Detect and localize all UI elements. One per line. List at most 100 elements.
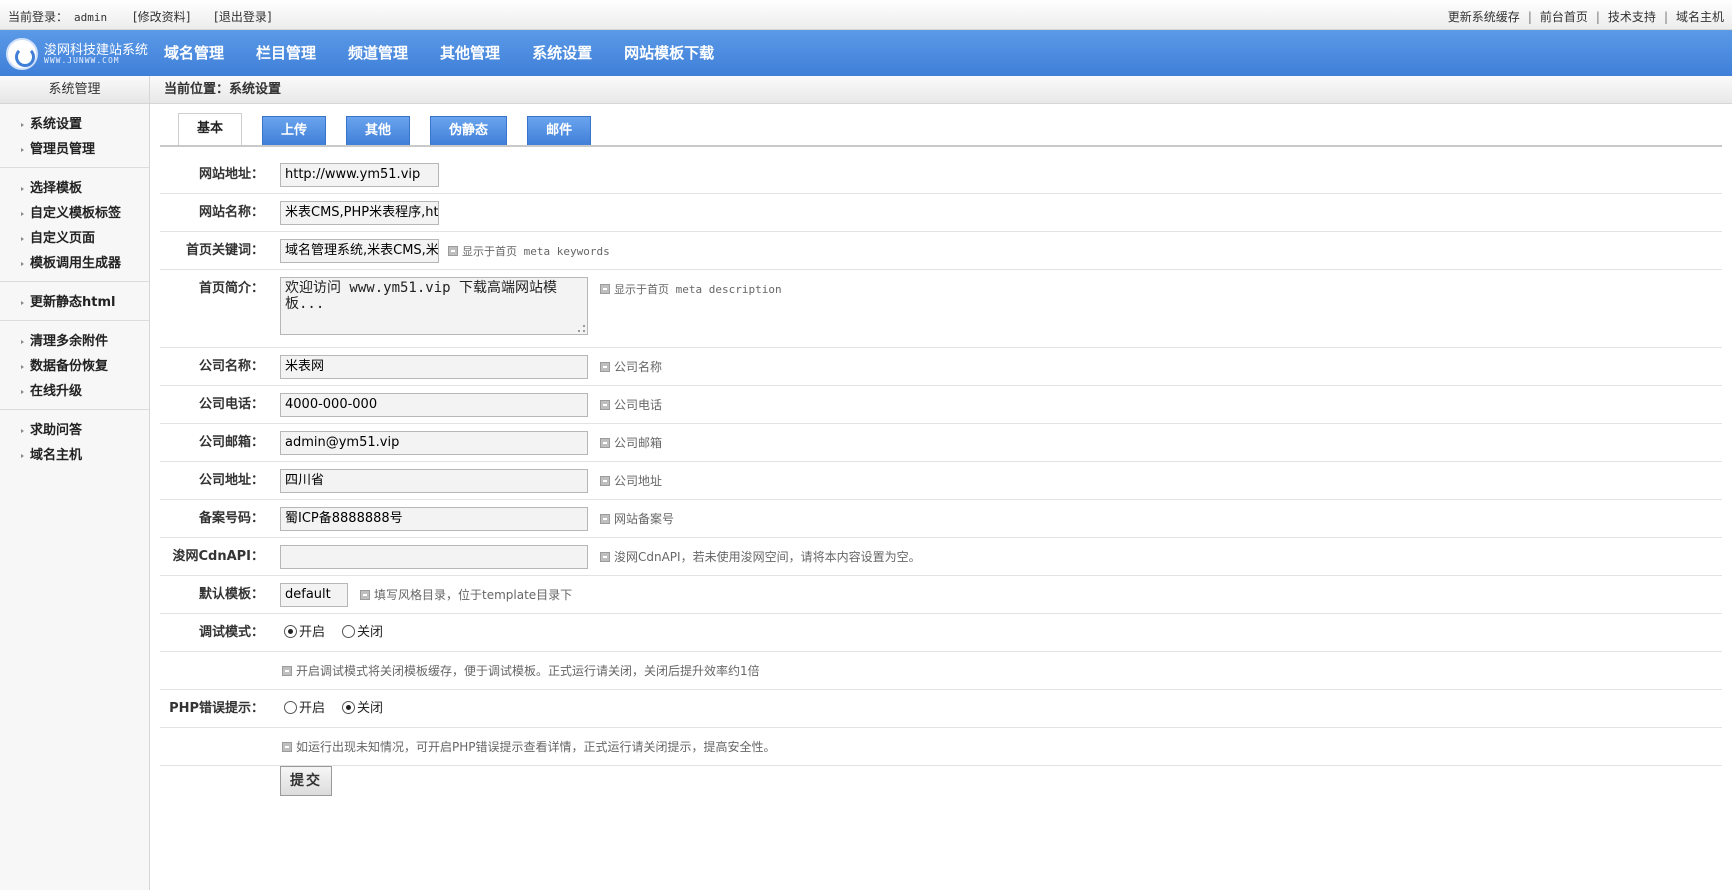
info-icon xyxy=(600,284,610,294)
sidebar-item-custom-template-tags[interactable]: 自定义模板标签 xyxy=(0,201,149,226)
radio-checked-icon[interactable] xyxy=(342,701,355,714)
sidebar-group: 更新静态html xyxy=(0,282,149,321)
sidebar-item-select-template[interactable]: 选择模板 xyxy=(0,176,149,201)
info-icon xyxy=(600,438,610,448)
form-row-site-url: 网站地址： http://www.ym51.vip xyxy=(160,156,1722,194)
submit-button[interactable]: 提交 xyxy=(280,766,332,796)
description-hint: 显示于首页 meta description xyxy=(600,270,782,309)
info-icon xyxy=(600,476,610,486)
site-name-input[interactable]: 米表CMS,PHP米表程序,htm xyxy=(280,201,439,225)
company-email-hint: 公司邮箱 xyxy=(600,424,662,462)
update-cache-link[interactable]: 更新系统缓存 xyxy=(1448,10,1520,24)
form-row-icp: 备案号码： 蜀ICP备8888888号 网站备案号 xyxy=(160,500,1722,538)
logo-icon xyxy=(6,38,38,70)
top-links: 更新系统缓存 | 前台首页 | 技术支持 | 域名主机 xyxy=(1447,10,1724,24)
sidebar-group: 清理多余附件 数据备份恢复 在线升级 xyxy=(0,321,149,410)
php-error-hint: 如运行出现未知情况，可开启PHP错误提示查看详情，正式运行请关闭提示，提高安全性… xyxy=(282,728,776,766)
nav-channel[interactable]: 频道管理 xyxy=(332,30,424,76)
php-error-off-radio[interactable]: 关闭 xyxy=(342,690,383,728)
edit-profile-link[interactable]: [修改资料] xyxy=(133,10,190,24)
logo[interactable]: 浚网科技建站系统 WWW.JUNWW.COM xyxy=(6,36,148,70)
form-row-template: 默认模板： default 填写风格目录，位于template目录下 xyxy=(160,576,1722,614)
radio-unchecked-icon[interactable] xyxy=(342,625,355,638)
logout-link[interactable]: [退出登录] xyxy=(214,10,271,24)
tab-email[interactable]: 邮件 xyxy=(527,116,592,146)
settings-tabs: 基本 上传 其他 伪静态 邮件 xyxy=(178,113,611,146)
top-bar: 当前登录： admin [修改资料] [退出登录] 更新系统缓存 | 前台首页 | 技术支… xyxy=(0,0,1732,30)
form-row-php-error: PHP错误提示： 开启 关闭 xyxy=(160,690,1722,728)
sidebar-item-admin-management[interactable]: 管理员管理 xyxy=(0,137,149,162)
site-url-label: 网站地址： xyxy=(198,167,264,182)
company-name-hint: 公司名称 xyxy=(600,348,662,386)
radio-unchecked-icon[interactable] xyxy=(284,701,297,714)
sidebar-item-system-settings[interactable]: 系统设置 xyxy=(0,112,149,137)
nav-template-download[interactable]: 网站模板下载 xyxy=(608,30,730,76)
debug-hint: 开启调试模式将关闭模板缓存，便于调试模板。正式运行请关闭，关闭后提升效率约1倍 xyxy=(282,652,760,690)
info-icon xyxy=(360,590,370,600)
debug-off-radio[interactable]: 关闭 xyxy=(342,614,383,652)
site-name-label: 网站名称： xyxy=(198,205,264,220)
tab-upload[interactable]: 上传 xyxy=(262,116,327,146)
description-label: 首页简介： xyxy=(198,281,264,296)
form-row-company-name: 公司名称： 米表网 公司名称 xyxy=(160,348,1722,386)
sidebar-item-clean-attachments[interactable]: 清理多余附件 xyxy=(0,329,149,354)
cdn-api-hint: 浚网CdnAPI，若未使用浚网空间，请将本内容设置为空。 xyxy=(600,538,921,576)
description-textarea[interactable]: 欢迎访问 www.ym51.vip 下载高端网站模板... xyxy=(280,277,588,335)
resize-grip-icon[interactable] xyxy=(578,325,585,332)
sidebar-item-update-static[interactable]: 更新静态html xyxy=(0,290,149,315)
info-icon xyxy=(600,362,610,372)
breadcrumb: 当前位置：系统设置 xyxy=(150,76,1732,104)
info-icon xyxy=(282,666,292,676)
tech-support-link[interactable]: 技术支持 xyxy=(1608,10,1656,24)
sidebar-item-online-upgrade[interactable]: 在线升级 xyxy=(0,379,149,404)
form-row-company-address: 公司地址： 四川省 公司地址 xyxy=(160,462,1722,500)
form-row-debug: 调试模式： 开启 关闭 xyxy=(160,614,1722,652)
php-error-on-radio[interactable]: 开启 xyxy=(284,690,325,728)
debug-on-radio[interactable]: 开启 xyxy=(284,614,325,652)
form-row-php-error-hint: 如运行出现未知情况，可开启PHP错误提示查看详情，正式运行请关闭提示，提高安全性… xyxy=(160,728,1722,766)
company-email-input[interactable]: admin@ym51.vip xyxy=(280,431,588,455)
keywords-hint: 显示于首页 meta keywords xyxy=(448,232,610,271)
sidebar-title: 系统管理 xyxy=(0,76,149,104)
sidebar-item-domain-host[interactable]: 域名主机 xyxy=(0,443,149,468)
icp-input[interactable]: 蜀ICP备8888888号 xyxy=(280,507,588,531)
company-email-label: 公司邮箱： xyxy=(198,435,264,450)
cdn-api-input[interactable] xyxy=(280,545,588,569)
domain-host-link[interactable]: 域名主机 xyxy=(1676,10,1724,24)
sidebar-group: 系统设置 管理员管理 xyxy=(0,104,149,168)
company-phone-input[interactable]: 4000-000-000 xyxy=(280,393,588,417)
tab-other[interactable]: 其他 xyxy=(346,116,411,146)
tab-pseudo-static[interactable]: 伪静态 xyxy=(430,116,508,146)
site-url-input[interactable]: http://www.ym51.vip xyxy=(280,163,439,187)
sidebar-item-backup-restore[interactable]: 数据备份恢复 xyxy=(0,354,149,379)
radio-checked-icon[interactable] xyxy=(284,625,297,638)
template-input[interactable]: default xyxy=(280,583,348,607)
php-error-label: PHP错误提示： xyxy=(169,701,264,716)
sidebar-item-template-generator[interactable]: 模板调用生成器 xyxy=(0,251,149,276)
main-header: 浚网科技建站系统 WWW.JUNWW.COM 域名管理 栏目管理 频道管理 其他… xyxy=(0,30,1732,76)
logo-subtext: WWW.JUNWW.COM xyxy=(44,56,120,65)
nav-settings[interactable]: 系统设置 xyxy=(516,30,608,76)
sidebar-item-custom-page[interactable]: 自定义页面 xyxy=(0,226,149,251)
tab-basic[interactable]: 基本 xyxy=(178,113,243,146)
nav-domain[interactable]: 域名管理 xyxy=(148,30,240,76)
sidebar-group: 求助问答 域名主机 xyxy=(0,410,149,473)
frontend-home-link[interactable]: 前台首页 xyxy=(1540,10,1588,24)
nav-column[interactable]: 栏目管理 xyxy=(240,30,332,76)
form-row-description: 首页简介： 欢迎访问 www.ym51.vip 下载高端网站模板... 显示于首… xyxy=(160,270,1722,348)
sidebar-group: 选择模板 自定义模板标签 自定义页面 模板调用生成器 xyxy=(0,168,149,282)
sidebar: 系统管理 系统设置 管理员管理 选择模板 自定义模板标签 自定义页面 模板调用生… xyxy=(0,76,150,890)
info-icon xyxy=(600,552,610,562)
keywords-input[interactable]: 域名管理系统,米表CMS,米 xyxy=(280,239,439,263)
company-address-hint: 公司地址 xyxy=(600,462,662,500)
sidebar-item-help[interactable]: 求助问答 xyxy=(0,418,149,443)
info-icon xyxy=(448,246,458,256)
company-address-input[interactable]: 四川省 xyxy=(280,469,588,493)
company-phone-label: 公司电话： xyxy=(198,397,264,412)
debug-label: 调试模式： xyxy=(198,625,264,640)
form-row-cdn-api: 浚网CdnAPI： 浚网CdnAPI，若未使用浚网空间，请将本内容设置为空。 xyxy=(160,538,1722,576)
nav-other[interactable]: 其他管理 xyxy=(424,30,516,76)
login-info: 当前登录： admin [修改资料] [退出登录] xyxy=(8,8,278,25)
company-name-input[interactable]: 米表网 xyxy=(280,355,588,379)
main-nav: 域名管理 栏目管理 频道管理 其他管理 系统设置 网站模板下载 xyxy=(148,30,730,76)
